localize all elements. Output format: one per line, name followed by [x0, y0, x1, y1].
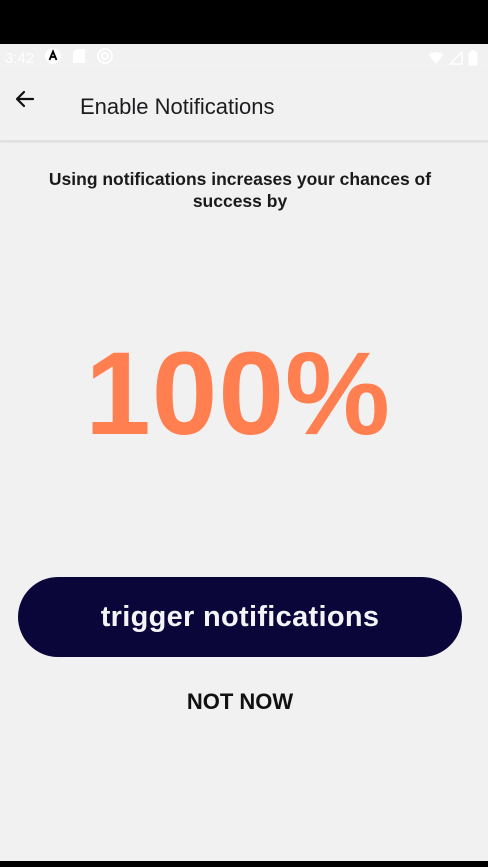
- status-bar: 3:42: [0, 44, 488, 72]
- arrow-left-icon: [13, 87, 37, 116]
- wifi-icon: [428, 51, 444, 69]
- back-button[interactable]: [8, 84, 42, 118]
- app-bar: Enable Notifications: [0, 72, 488, 141]
- app-screen: 3:42 Enable Notifications Using notifica…: [0, 44, 488, 861]
- not-now-button[interactable]: NOT NOW: [140, 684, 340, 720]
- page-title: Enable Notifications: [80, 94, 275, 119]
- status-right-icons: [428, 50, 478, 70]
- battery-icon: [468, 50, 478, 70]
- a-icon: [44, 47, 62, 69]
- intro-text: Using notifications increases your chanc…: [48, 169, 432, 211]
- signal-icon: [448, 50, 463, 69]
- sd-card-icon: [72, 48, 86, 68]
- status-time: 3:42: [5, 49, 35, 67]
- at-sign-icon: [96, 47, 114, 69]
- trigger-notifications-button[interactable]: trigger notifications: [18, 577, 462, 657]
- success-percent: 100%: [85, 328, 391, 460]
